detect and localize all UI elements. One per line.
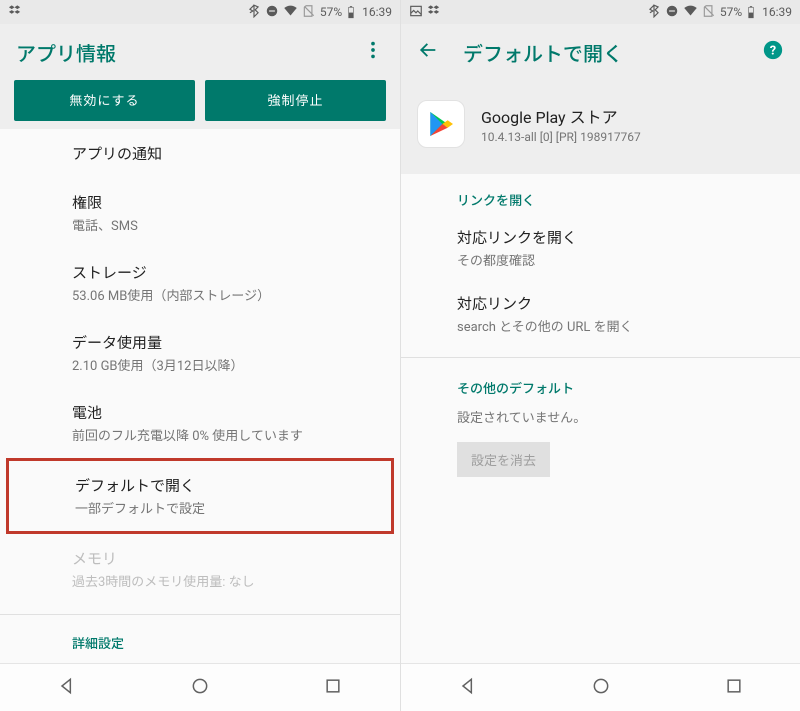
bluetooth-icon	[647, 4, 661, 21]
list-item-open-supported-links[interactable]: 対応リンクを開く その都度確認	[401, 215, 800, 281]
app-bar: デフォルトで開く ?	[401, 24, 800, 80]
force-stop-button[interactable]: 強制停止	[205, 80, 386, 121]
do-not-disturb-icon	[265, 4, 279, 21]
section-other-defaults: その他のデフォルト	[401, 362, 800, 403]
wifi-icon	[283, 3, 298, 21]
dropbox-icon	[427, 4, 441, 21]
no-sim-icon	[702, 4, 716, 21]
none-set-text: 設定されていません。	[401, 403, 800, 436]
action-buttons: 無効にする 強制停止	[0, 80, 400, 129]
nav-bar	[401, 663, 800, 711]
list-item-permissions[interactable]: 権限 電話、SMS	[0, 178, 400, 248]
defaults-list: リンクを開く 対応リンクを開く その都度確認 対応リンク search とその他…	[401, 174, 800, 663]
page-title: デフォルトで開く	[463, 38, 738, 67]
battery-indicator: 57%	[720, 5, 758, 19]
nav-recent-icon[interactable]	[323, 676, 343, 700]
section-open-links: リンクを開く	[401, 174, 800, 215]
dropbox-icon	[8, 4, 22, 21]
google-play-icon	[417, 100, 465, 148]
nav-home-icon[interactable]	[591, 676, 611, 700]
nav-back-icon[interactable]	[57, 676, 77, 700]
section-advanced: 詳細設定	[0, 619, 400, 658]
list-item-notifications[interactable]: アプリの通知	[0, 129, 400, 178]
overflow-menu-icon[interactable]	[362, 39, 384, 65]
list-item-battery[interactable]: 電池 前回のフル充電以降 0% 使用しています	[0, 388, 400, 458]
app-name: Google Play ストア	[481, 104, 641, 128]
clear-defaults-button: 設定を消去	[457, 442, 550, 477]
nav-recent-icon[interactable]	[724, 676, 744, 700]
list-item-supported-links[interactable]: 対応リンク search とその他の URL を開く	[401, 281, 800, 347]
battery-pct: 57%	[720, 5, 742, 19]
battery-pct: 57%	[320, 5, 342, 19]
page-title: アプリ情報	[16, 38, 338, 67]
nav-back-icon[interactable]	[458, 676, 478, 700]
battery-indicator: 57%	[320, 5, 358, 19]
settings-list: アプリの通知 権限 電話、SMS ストレージ 53.06 MB使用（内部ストレー…	[0, 129, 400, 663]
screen-open-by-default: 57% 16:39 デフォルトで開く ? Google Play ストア 10.…	[400, 0, 800, 711]
wifi-icon	[683, 3, 698, 21]
list-item-open-by-default[interactable]: デフォルトで開く 一部デフォルトで設定	[6, 458, 394, 534]
app-bar: アプリ情報	[0, 24, 400, 80]
list-item-storage[interactable]: ストレージ 53.06 MB使用（内部ストレージ）	[0, 248, 400, 318]
screen-app-info: 57% 16:39 アプリ情報 無効にする 強制停止 アプリの通知 権限 電話、…	[0, 0, 400, 711]
clock: 16:39	[362, 5, 392, 19]
disable-button[interactable]: 無効にする	[14, 80, 195, 121]
do-not-disturb-icon	[665, 4, 679, 21]
bluetooth-icon	[247, 4, 261, 21]
divider	[401, 357, 800, 358]
svg-text:?: ?	[770, 44, 776, 59]
list-item-memory: メモリ 過去3時間のメモリ使用量: なし	[0, 534, 400, 604]
divider	[0, 614, 400, 615]
status-bar: 57% 16:39	[401, 0, 800, 24]
help-icon[interactable]: ?	[762, 39, 784, 65]
nav-bar	[0, 663, 400, 711]
back-arrow-icon[interactable]	[417, 39, 439, 65]
app-version: 10.4.13-all [0] [PR] 198917767	[481, 130, 641, 144]
list-item-data-usage[interactable]: データ使用量 2.10 GB使用（3月12日以降）	[0, 318, 400, 388]
no-sim-icon	[302, 4, 316, 21]
image-icon	[409, 4, 423, 21]
clock: 16:39	[762, 5, 792, 19]
status-bar: 57% 16:39	[0, 0, 400, 24]
app-header-card: Google Play ストア 10.4.13-all [0] [PR] 198…	[401, 80, 800, 174]
nav-home-icon[interactable]	[190, 676, 210, 700]
